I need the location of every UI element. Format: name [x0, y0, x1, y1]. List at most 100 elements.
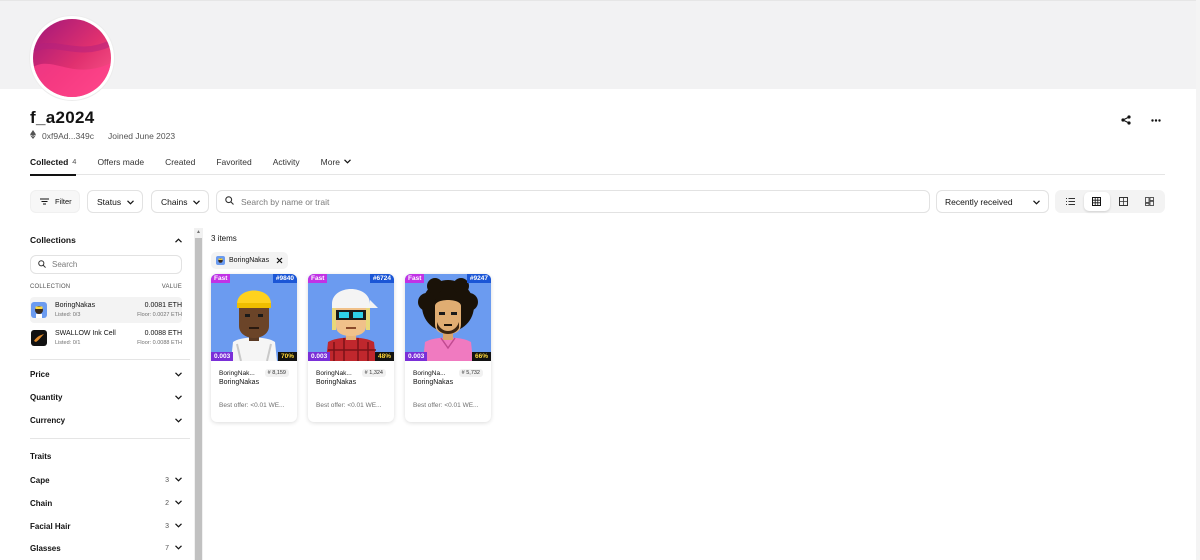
- ethereum-icon: [30, 130, 36, 141]
- profile-banner: [0, 0, 1200, 89]
- trait-count: 3: [165, 523, 169, 530]
- header-actions: [1118, 112, 1164, 128]
- filter-label: Quantity: [30, 393, 63, 402]
- collections-title: Collections: [30, 235, 76, 245]
- collection-thumbnail: [31, 330, 47, 346]
- collection-listed: Listed: 0/3: [55, 312, 81, 318]
- fast-badge: Fast: [405, 274, 425, 283]
- chevron-down-icon: [175, 545, 182, 552]
- grid-view-icon[interactable]: [1083, 192, 1110, 211]
- chevron-down-icon: [175, 370, 182, 379]
- nft-name: BoringNak...: [316, 369, 352, 377]
- percent-badge: 70%: [277, 352, 297, 361]
- scroll-up-icon[interactable]: ▲: [195, 229, 202, 236]
- collection-name: BoringNakas: [55, 302, 96, 309]
- sort-dropdown[interactable]: Recently received: [936, 190, 1049, 213]
- filter-label: Currency: [30, 416, 66, 425]
- traits-title: Traits: [30, 452, 52, 461]
- percent-badge: 48%: [374, 352, 394, 361]
- tab-offers-made[interactable]: Offers made: [97, 157, 144, 175]
- filter-label: Price: [30, 370, 50, 379]
- trait-chain[interactable]: Chain 2: [30, 499, 182, 508]
- best-offer: Best offer: <0.01 WE...: [316, 402, 382, 409]
- fast-badge: Fast: [211, 274, 231, 283]
- trait-facial-hair[interactable]: Facial Hair 3: [30, 522, 182, 531]
- nft-card[interactable]: Fast #6724 0.003 48% BoringNak... # 1,32…: [308, 274, 394, 422]
- tab-label: Activity: [272, 157, 300, 167]
- toolbar: Filter Status Chains Search by name or t…: [30, 190, 1165, 213]
- sidebar-scrollbar[interactable]: ▲: [194, 228, 203, 560]
- rarity-rank: # 5,732: [458, 369, 483, 377]
- nft-image: Fast #6724 0.003 48%: [308, 274, 394, 361]
- filter-price[interactable]: Price: [30, 370, 182, 379]
- trait-cape[interactable]: Cape 3: [30, 476, 182, 485]
- filter-currency[interactable]: Currency: [30, 416, 182, 425]
- filter-quantity[interactable]: Quantity: [30, 393, 182, 402]
- status-dropdown[interactable]: Status: [87, 190, 143, 213]
- chains-dropdown[interactable]: Chains: [151, 190, 209, 213]
- trait-glasses[interactable]: Glasses 7: [30, 544, 182, 553]
- collection-table-header: COLLECTION VALUE: [30, 284, 182, 290]
- filter-sidebar: Collections Search COLLECTION VALUE Bori…: [30, 228, 190, 560]
- tab-label: Created: [165, 157, 196, 167]
- price-badge: 0.003: [405, 352, 428, 361]
- tab-more[interactable]: More: [321, 157, 351, 175]
- chevron-down-icon: [193, 197, 201, 207]
- chevron-down-icon: [175, 393, 182, 402]
- token-id-badge: #9247: [466, 274, 491, 283]
- tab-created[interactable]: Created: [165, 157, 195, 175]
- nft-card[interactable]: Fast #9247 0.003 66% BoringNa... # 5,732…: [405, 274, 491, 422]
- trait-count: 2: [165, 500, 169, 507]
- filter-label: Filter: [55, 197, 72, 206]
- share-icon[interactable]: [1118, 112, 1134, 128]
- chevron-up-icon: [175, 235, 182, 245]
- search-icon: [38, 259, 46, 270]
- nft-card[interactable]: Fast #9840 0.003 70% BoringNak... # 8,15…: [211, 274, 297, 422]
- chevron-down-icon: [1033, 197, 1040, 207]
- trait-count: 3: [165, 477, 169, 484]
- page-scrollbar[interactable]: [1196, 0, 1200, 560]
- view-toggle-group: [1055, 190, 1165, 213]
- tab-label: Favorited: [216, 157, 252, 167]
- wallet-address[interactable]: 0xf9Ad...349c: [42, 131, 94, 141]
- tab-label: Offers made: [97, 157, 145, 167]
- collection-search-input[interactable]: Search: [30, 255, 182, 274]
- tab-label: More: [320, 157, 341, 167]
- search-placeholder: Search by name or trait: [241, 196, 330, 207]
- profile-tabs: Collected 4 Offers made Created Favorite…: [30, 157, 1165, 176]
- more-icon[interactable]: [1148, 112, 1164, 128]
- large-grid-view-icon[interactable]: [1110, 192, 1137, 211]
- status-label: Status: [97, 196, 122, 207]
- scrollbar-thumb[interactable]: [195, 238, 202, 560]
- collection-floor: Floor: 0.0088 ETH: [137, 340, 182, 346]
- collection-floor: Floor: 0.0027 ETH: [137, 312, 182, 318]
- rarity-rank: # 1,324: [361, 369, 386, 377]
- close-icon[interactable]: [276, 256, 283, 266]
- search-icon: [225, 196, 234, 207]
- nft-image: Fast #9840 0.003 70%: [211, 274, 297, 361]
- profile-username: f_a2024: [30, 108, 95, 127]
- collections-header[interactable]: Collections: [30, 235, 182, 245]
- tab-collected[interactable]: Collected 4: [30, 157, 77, 176]
- nft-name: BoringNak...: [219, 369, 255, 377]
- joined-date: Joined June 2023: [107, 130, 176, 141]
- mosaic-view-icon[interactable]: [1137, 192, 1164, 211]
- chip-thumbnail: [216, 256, 225, 265]
- collection-row-swallow-ink-cell[interactable]: SWALLOW Ink Cell Listed: 0/1 0.0088 ETH …: [30, 325, 182, 351]
- price-badge: 0.003: [308, 352, 331, 361]
- list-view-icon[interactable]: [1057, 192, 1084, 211]
- nft-image: Fast #9247 0.003 66%: [405, 274, 491, 361]
- nft-collection: BoringNakas: [413, 379, 454, 386]
- tab-activity[interactable]: Activity: [273, 157, 300, 175]
- trait-count: 7: [165, 545, 169, 552]
- chevron-down-icon: [127, 197, 135, 207]
- chevron-down-icon: [175, 500, 182, 507]
- collection-row-boringnakas[interactable]: BoringNakas Listed: 0/3 0.0081 ETH Floor…: [30, 297, 182, 323]
- collection-listed: Listed: 0/1: [55, 340, 81, 346]
- collection-value: 0.0088 ETH: [144, 330, 182, 337]
- best-offer: Best offer: <0.01 WE...: [413, 402, 479, 409]
- collection-search-placeholder: Search: [52, 260, 78, 269]
- tab-favorited[interactable]: Favorited: [216, 157, 251, 175]
- item-search-input[interactable]: Search by name or trait: [216, 190, 930, 213]
- filter-button[interactable]: Filter: [30, 190, 80, 213]
